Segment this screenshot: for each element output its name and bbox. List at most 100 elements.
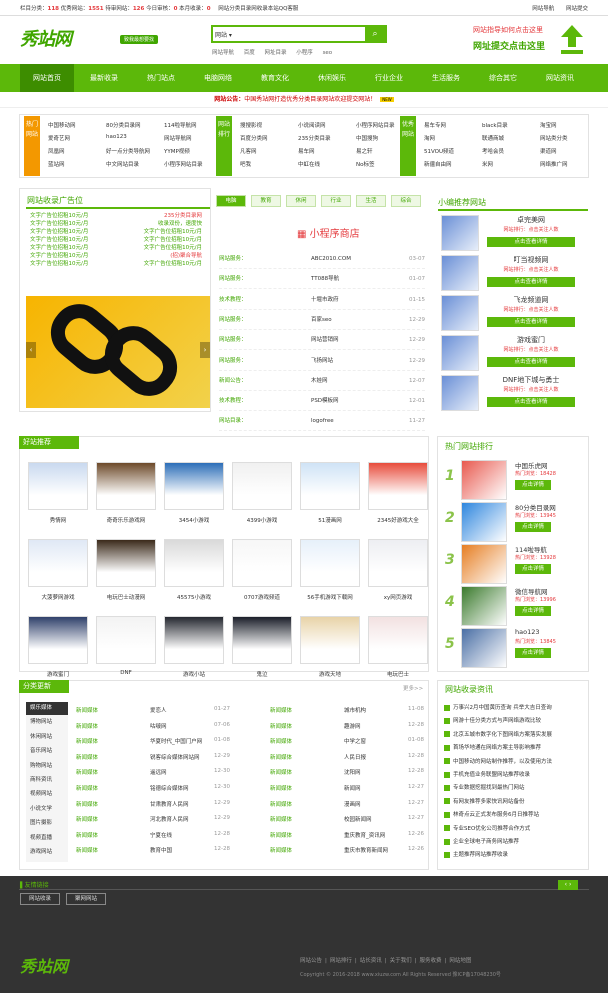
news-item[interactable]: 中国移动的网站制作推荐，以及使用方法 <box>444 756 552 769</box>
update-name[interactable]: 校园新闻网 <box>344 815 372 823</box>
site-card[interactable]: 游戏蜜门 <box>28 616 88 680</box>
update-category[interactable]: 新闻媒体 <box>270 784 292 792</box>
site-screenshot[interactable] <box>164 616 224 664</box>
category-link[interactable]: 中文网站目录 <box>106 160 139 168</box>
latest-name[interactable]: 网站营销网 <box>311 330 339 350</box>
site-card[interactable]: 4399小游戏 <box>232 462 292 526</box>
news-text[interactable]: 专业SEO优化公司推荐合作方式 <box>453 826 530 832</box>
site-name[interactable]: 奇奇乐乐游戏网 <box>96 516 156 524</box>
latest-category[interactable]: 网站服务： <box>219 249 247 269</box>
site-screenshot[interactable] <box>28 616 88 664</box>
ad-link[interactable]: 文字广告位招租10元/月 <box>144 244 202 252</box>
site-screenshot[interactable] <box>232 462 292 510</box>
ad-link[interactable]: 文字广告位招租10元/月 <box>30 212 88 220</box>
site-name[interactable]: DNF <box>96 670 156 676</box>
rank-name[interactable]: 80分类目录网 <box>515 502 556 512</box>
side-category-item[interactable]: 娱乐媒体 <box>26 702 68 715</box>
footer-nav-link[interactable]: 网站地图 <box>449 958 471 964</box>
site-card[interactable]: 3454小游戏 <box>164 462 224 526</box>
recommend-details-button[interactable]: 点击查看详情 <box>487 277 575 287</box>
side-category-item[interactable]: 视频直播 <box>26 832 68 845</box>
news-text[interactable]: 林奇点云正式发布服务6月日推荐站 <box>453 812 539 818</box>
site-card[interactable]: 奇奇乐乐游戏网 <box>96 462 156 526</box>
footer-nav-link[interactable]: 关于我们 <box>390 958 412 964</box>
side-category-item[interactable]: 图片摄影 <box>26 817 68 830</box>
site-card[interactable]: 秀情网 <box>28 462 88 526</box>
update-name[interactable]: 城市机构 <box>344 706 366 714</box>
news-text[interactable]: 专业数据挖掘找到最热门网站 <box>453 785 525 791</box>
site-name[interactable]: 3454小游戏 <box>164 516 224 524</box>
ad-link[interactable]: (招)聚合导航 <box>170 252 202 260</box>
latest-row[interactable]: 网站服务： 百家seo 12-29 <box>219 310 425 330</box>
site-name[interactable]: 51漫画网 <box>300 516 360 524</box>
update-category[interactable]: 新闻媒体 <box>76 737 98 745</box>
category-link[interactable]: 淘网 <box>424 134 435 142</box>
site-card[interactable]: DNF <box>96 616 156 680</box>
category-tab[interactable]: 行业 <box>321 195 351 207</box>
hotword-link[interactable]: 百度 <box>244 50 255 56</box>
recommend-details-button[interactable]: 点击查看详情 <box>487 237 575 247</box>
side-category-item[interactable]: 音乐网站 <box>26 745 68 758</box>
site-screenshot[interactable] <box>368 616 428 664</box>
rank-details-button[interactable]: 点击详情 <box>515 480 551 490</box>
category-tab[interactable]: 生活 <box>356 195 386 207</box>
news-item[interactable]: 有网友推荐多家快讯网站备份 <box>444 796 525 809</box>
ad-link[interactable]: 文字广告位招租10元/月 <box>30 252 88 260</box>
latest-row[interactable]: 新闻公告： 木娃网 12-07 <box>219 371 425 391</box>
banner-next-button[interactable]: › <box>200 342 210 358</box>
category-link[interactable]: hao123 <box>106 134 127 140</box>
latest-name[interactable]: 十堰市政府 <box>311 290 339 310</box>
site-card[interactable]: 0707游戏频道 <box>232 539 292 603</box>
update-name[interactable]: 趣游网 <box>344 722 361 730</box>
latest-category[interactable]: 新闻公告： <box>219 371 247 391</box>
site-name[interactable]: 秀情网 <box>28 516 88 524</box>
recommend-details-button[interactable]: 点击查看详情 <box>487 317 575 327</box>
nav-item[interactable]: 网站首页 <box>20 64 74 92</box>
footer-nav-link[interactable]: 站长资讯 <box>360 958 382 964</box>
category-link[interactable]: black目录 <box>482 121 508 129</box>
category-link[interactable]: 小程序网站目录 <box>164 160 203 168</box>
site-screenshot[interactable] <box>96 616 156 664</box>
latest-row[interactable]: 网站服务： TT088导航 01-07 <box>219 269 425 290</box>
update-name[interactable]: 漫画网 <box>344 800 361 808</box>
update-name[interactable]: 人民日报 <box>344 753 366 761</box>
recommend-thumbnail[interactable] <box>441 295 479 331</box>
site-screenshot[interactable] <box>232 539 292 587</box>
site-name[interactable]: 游戏小站 <box>164 670 224 678</box>
site-screenshot[interactable] <box>300 539 360 587</box>
update-name[interactable]: 沈阳网 <box>344 768 361 776</box>
category-link[interactable]: 凡客网 <box>240 147 257 155</box>
category-link[interactable]: 渠道网 <box>540 147 557 155</box>
update-name[interactable]: 铭德综合媒体网 <box>150 784 189 792</box>
site-name[interactable]: 电玩巴士动漫网 <box>96 593 156 601</box>
latest-category[interactable]: 网站服务： <box>219 269 247 289</box>
news-text[interactable]: 有网友推荐多家快讯网站备份 <box>453 799 525 805</box>
site-name[interactable]: 4399小游戏 <box>232 516 292 524</box>
ad-link[interactable]: 文字广告位招租10元/月 <box>30 220 88 228</box>
site-name[interactable]: 45575小游戏 <box>164 593 224 601</box>
rank-details-button[interactable]: 点击详情 <box>515 606 551 616</box>
site-screenshot[interactable] <box>164 462 224 510</box>
site-name[interactable]: 0707游戏频道 <box>232 593 292 601</box>
friend-link[interactable]: 网站收录 <box>20 893 60 905</box>
category-link[interactable]: 小程序网站目录 <box>356 121 395 129</box>
update-name[interactable]: 重庆市教育新闻网 <box>344 846 388 854</box>
rank-thumbnail[interactable] <box>461 628 507 668</box>
side-category-item[interactable]: 博物网站 <box>26 716 68 729</box>
category-tab[interactable]: 休闲 <box>286 195 316 207</box>
ad-link[interactable]: 文字广告位招租10元/月 <box>144 236 202 244</box>
update-category[interactable]: 新闻媒体 <box>76 831 98 839</box>
recommend-name[interactable]: 叮当视频网 <box>486 255 576 265</box>
site-card[interactable]: 电玩巴士动漫网 <box>96 539 156 603</box>
side-category-item[interactable]: 商科资讯 <box>26 774 68 787</box>
site-card[interactable]: 游戏小站 <box>164 616 224 680</box>
site-name[interactable]: xy网页游戏 <box>368 593 428 601</box>
news-item[interactable]: 网游十佳分类方式与声网络游戏比较 <box>444 715 541 728</box>
search-scope-select[interactable]: 网站 ▾ <box>215 30 232 39</box>
site-name[interactable]: 游戏天地 <box>300 670 360 678</box>
update-name[interactable]: 遥远网 <box>150 768 167 776</box>
category-link[interactable]: 易车网 <box>298 147 315 155</box>
ad-link[interactable]: 235分类目录网 <box>164 212 202 220</box>
update-category[interactable]: 新闻媒体 <box>76 846 98 854</box>
category-link[interactable]: 淘宝网 <box>540 121 557 129</box>
